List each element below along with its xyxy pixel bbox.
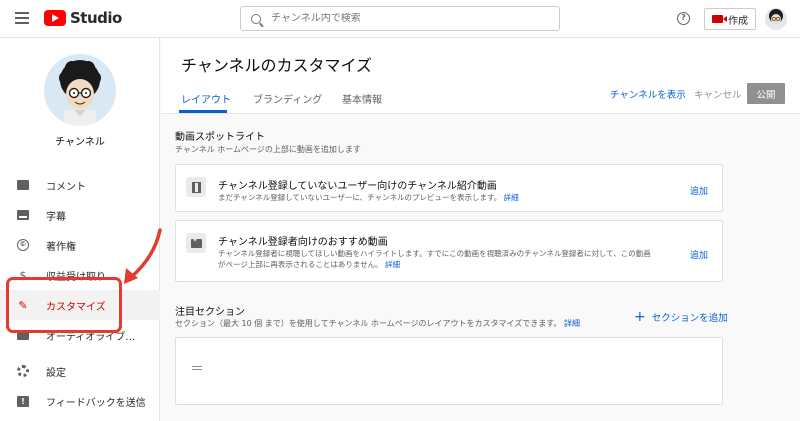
- youtube-logo-icon: [44, 10, 66, 26]
- create-button[interactable]: 作成: [704, 8, 756, 30]
- logo-text: Studio: [70, 9, 122, 27]
- tab-branding[interactable]: ブランディング: [253, 91, 322, 106]
- add-trailer-button[interactable]: 追加: [690, 184, 708, 197]
- view-channel-link[interactable]: チャンネルを表示: [610, 87, 686, 101]
- help-icon[interactable]: ?: [677, 12, 690, 25]
- spotlight-title: 動画スポットライト: [175, 132, 265, 143]
- add-featured-video-button[interactable]: 追加: [690, 248, 708, 261]
- menu-icon[interactable]: [15, 12, 29, 24]
- create-label: 作成: [728, 15, 748, 27]
- top-bar: Studio ? 作成: [0, 0, 800, 38]
- sidebar-item-label: コメント: [46, 181, 86, 193]
- channel-name: チャンネル: [55, 137, 105, 148]
- annotation-arrow-icon: [124, 228, 162, 284]
- trailer-card: チャンネル登録していないユーザー向けのチャンネル紹介動画 まだチャンネル登録して…: [175, 164, 723, 212]
- sidebar-item-feedback[interactable]: ! フィードバックを送信: [0, 386, 160, 416]
- subtitles-icon: [16, 208, 30, 222]
- video-camera-icon: [712, 15, 727, 23]
- add-section-button[interactable]: + セクションを追加: [634, 310, 728, 324]
- learn-more-link[interactable]: 詳細: [504, 193, 519, 202]
- main-header: チャンネルのカスタマイズ レイアウト ブランディング 基本情報 チャンネルを表示…: [161, 38, 800, 114]
- page-title: チャンネルのカスタマイズ: [181, 56, 373, 75]
- card-title: チャンネル登録していないユーザー向けのチャンネル紹介動画: [218, 181, 497, 192]
- recommended-video-icon: [186, 233, 206, 253]
- channel-avatar[interactable]: [44, 54, 116, 126]
- publish-button[interactable]: 公開: [747, 83, 785, 104]
- tab-layout[interactable]: レイアウト: [181, 91, 231, 106]
- copyright-icon: ©: [16, 238, 30, 252]
- section-card: [175, 337, 723, 405]
- sidebar-item-subtitles[interactable]: 字幕: [0, 200, 160, 230]
- sidebar-item-label: 字幕: [46, 211, 66, 223]
- comment-icon: [16, 178, 30, 192]
- film-icon: [186, 177, 206, 197]
- active-tab-indicator: [179, 110, 227, 113]
- feedback-icon: !: [16, 394, 30, 408]
- featured-sections-title: 注目セクション: [175, 307, 245, 318]
- spotlight-desc: チャンネル ホームページの上部に動画を追加します: [175, 145, 361, 154]
- studio-logo[interactable]: Studio: [44, 9, 122, 27]
- drag-handle-icon[interactable]: [192, 366, 202, 370]
- account-avatar[interactable]: [765, 8, 787, 30]
- sidebar-item-label: 著作権: [46, 241, 76, 253]
- annotation-highlight-box: [6, 277, 122, 333]
- sidebar-item-comments[interactable]: コメント: [0, 170, 160, 200]
- search-input[interactable]: [271, 13, 531, 24]
- card-title: チャンネル登録者向けのおすすめ動画: [218, 237, 388, 248]
- cancel-button[interactable]: キャンセル: [694, 87, 742, 101]
- tab-basic-info[interactable]: 基本情報: [342, 91, 382, 106]
- featured-video-card: チャンネル登録者向けのおすすめ動画 チャンネル登録者に視聴してほしい動画をハイラ…: [175, 220, 723, 282]
- search-icon: [251, 13, 261, 24]
- card-desc: チャンネル登録者に視聴してほしい動画をハイライトします。すでにこの動画を視聴済み…: [218, 249, 651, 269]
- plus-icon: +: [634, 309, 646, 325]
- featured-sections-desc: セクション（最大 10 個 まで）を使用してチャンネル ホームページのレイアウト…: [175, 319, 580, 328]
- add-section-label: セクションを追加: [651, 313, 728, 324]
- sidebar-item-label: 設定: [46, 367, 66, 379]
- learn-more-link[interactable]: 詳細: [564, 319, 580, 328]
- learn-more-link[interactable]: 詳細: [385, 260, 400, 269]
- card-desc: まだチャンネル登録していないユーザーに、チャンネルのプレビューを表示します。 詳…: [218, 193, 519, 202]
- gear-icon: [16, 364, 30, 378]
- sidebar-item-settings[interactable]: 設定: [0, 356, 160, 386]
- sidebar-item-label: フィードバックを送信: [46, 397, 146, 409]
- search-box[interactable]: [240, 6, 560, 31]
